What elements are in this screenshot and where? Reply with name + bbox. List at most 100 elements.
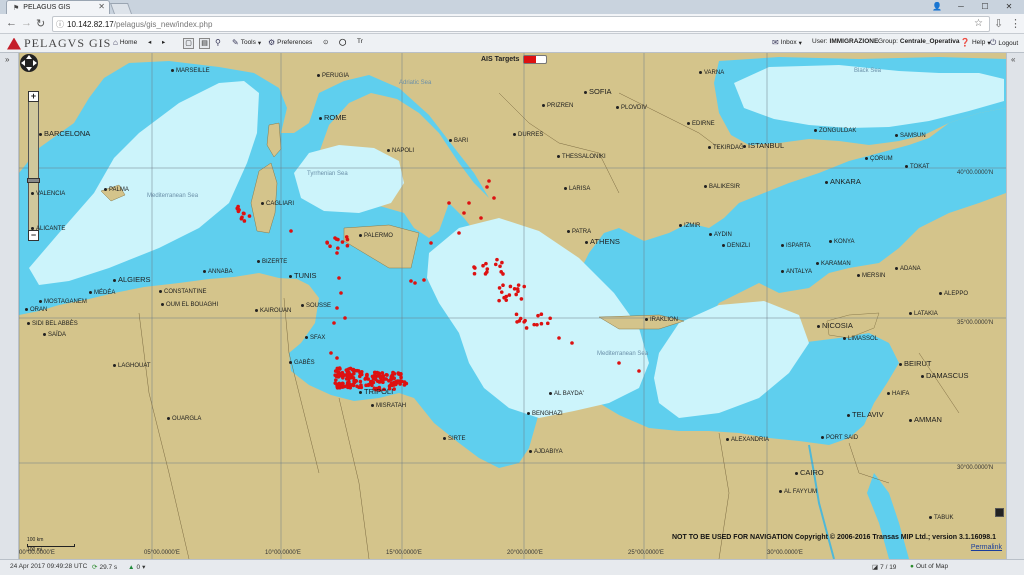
ais-target-marker[interactable]: [339, 382, 344, 387]
ais-target-marker[interactable]: [325, 240, 329, 245]
ais-target-marker[interactable]: [617, 361, 621, 365]
ais-target-marker[interactable]: [350, 382, 355, 387]
ais-target-marker[interactable]: [339, 291, 343, 295]
ais-target-marker[interactable]: [343, 316, 347, 320]
ais-target-marker[interactable]: [355, 368, 359, 373]
ais-target-marker[interactable]: [512, 287, 517, 291]
ais-toggle[interactable]: [523, 55, 548, 64]
ais-target-marker[interactable]: [515, 320, 519, 324]
ais-target-marker[interactable]: [545, 321, 550, 326]
ais-target-marker[interactable]: [539, 312, 544, 317]
measure-button[interactable]: ⚲: [215, 38, 221, 47]
ais-target-marker[interactable]: [389, 374, 394, 379]
ais-target-marker[interactable]: [338, 372, 343, 376]
ais-target-marker[interactable]: [236, 204, 240, 209]
ais-target-marker[interactable]: [348, 385, 353, 390]
ais-target-marker[interactable]: [370, 379, 375, 384]
ais-target-marker[interactable]: [334, 373, 339, 377]
ais-target-marker[interactable]: [523, 318, 527, 323]
ais-target-marker[interactable]: [337, 276, 341, 280]
ais-target-marker[interactable]: [492, 196, 496, 200]
nav-forward-button[interactable]: ▸: [162, 38, 165, 46]
ais-target-marker[interactable]: [342, 384, 347, 389]
ais-target-marker[interactable]: [484, 261, 488, 266]
refresh-indicator[interactable]: ⟳ 29.7 s: [92, 563, 117, 572]
browser-tab[interactable]: ⚑ PELAGUS GIS ✕: [6, 0, 110, 14]
ais-target-marker[interactable]: [242, 219, 247, 223]
record-button[interactable]: ◯: [339, 38, 346, 46]
ais-target-marker[interactable]: [539, 321, 544, 326]
ais-target-marker[interactable]: [516, 283, 521, 287]
ais-target-marker[interactable]: [400, 379, 404, 384]
forward-icon[interactable]: →: [21, 17, 32, 29]
ais-target-marker[interactable]: [462, 211, 466, 215]
url-field[interactable]: ⓘ 10.142.82.17/pelagus/gis_new/index.php…: [52, 16, 990, 32]
page-counter[interactable]: ◪ 7 / 19: [872, 563, 896, 572]
ais-target-marker[interactable]: [391, 371, 396, 375]
new-tab-button[interactable]: [109, 3, 133, 14]
left-panel-toggle[interactable]: »: [0, 53, 19, 559]
ais-target-marker[interactable]: [487, 179, 491, 183]
ais-target-marker[interactable]: [358, 374, 362, 379]
target-button[interactable]: ⊙: [323, 38, 328, 46]
ais-target-marker[interactable]: [358, 379, 363, 384]
layer-switcher-button[interactable]: [995, 508, 1004, 517]
ais-target-marker[interactable]: [340, 240, 345, 244]
ais-target-marker[interactable]: [328, 244, 332, 248]
ais-target-marker[interactable]: [365, 372, 369, 377]
ais-target-marker[interactable]: [536, 313, 540, 318]
ais-target-marker[interactable]: [381, 374, 386, 378]
ais-target-marker[interactable]: [481, 263, 485, 268]
ais-target-marker[interactable]: [422, 278, 426, 282]
ais-target-marker[interactable]: [522, 284, 527, 289]
ais-target-marker[interactable]: [516, 289, 520, 294]
ais-target-marker[interactable]: [345, 243, 350, 248]
ais-target-marker[interactable]: [336, 384, 341, 388]
minimize-icon[interactable]: ─: [950, 1, 972, 11]
ais-target-marker[interactable]: [493, 262, 498, 267]
ais-target-marker[interactable]: [508, 284, 513, 289]
ais-target-marker[interactable]: [335, 306, 339, 310]
ais-target-marker[interactable]: [514, 312, 519, 317]
ais-target-marker[interactable]: [524, 326, 529, 330]
tr-button[interactable]: Tr: [357, 38, 363, 45]
map-canvas[interactable]: AIS Targets + − MARSEILLE BARCELONA PALM…: [19, 53, 1006, 559]
zoom-slider[interactable]: + −: [27, 91, 40, 241]
bookmark-star-icon[interactable]: ☆: [974, 18, 983, 29]
ais-target-marker[interactable]: [518, 316, 523, 321]
user-icon[interactable]: 👤: [926, 1, 948, 11]
ais-target-marker[interactable]: [498, 264, 502, 269]
alerts-indicator[interactable]: ▲ 0 ▾: [128, 563, 145, 572]
back-icon[interactable]: ←: [6, 17, 17, 29]
ais-target-marker[interactable]: [347, 380, 351, 384]
reload-icon[interactable]: ↻: [36, 17, 45, 30]
ais-target-marker[interactable]: [344, 368, 349, 372]
ais-target-marker[interactable]: [370, 374, 375, 379]
ais-targets-control[interactable]: AIS Targets: [481, 55, 548, 64]
ais-target-marker[interactable]: [500, 260, 504, 265]
ais-target-marker[interactable]: [240, 215, 244, 220]
ais-target-marker[interactable]: [504, 294, 509, 299]
right-panel-toggle[interactable]: «: [1006, 53, 1024, 559]
ais-target-marker[interactable]: [429, 241, 433, 245]
ais-target-marker[interactable]: [479, 216, 483, 220]
ais-target-marker[interactable]: [467, 201, 471, 205]
ais-target-marker[interactable]: [495, 257, 499, 262]
ais-target-marker[interactable]: [398, 372, 403, 377]
inbox-button[interactable]: ✉ Inbox ▾: [772, 38, 802, 47]
nav-back-button[interactable]: ◂: [148, 38, 151, 46]
ais-target-marker[interactable]: [393, 382, 398, 387]
ais-target-marker[interactable]: [504, 298, 509, 302]
ais-target-marker[interactable]: [514, 292, 518, 297]
maximize-icon[interactable]: ☐: [974, 1, 996, 11]
ais-target-marker[interactable]: [485, 185, 489, 189]
tools-menu[interactable]: ✎ Tools ▾: [232, 38, 261, 47]
ais-target-marker[interactable]: [350, 367, 355, 372]
ais-target-marker[interactable]: [637, 369, 641, 373]
ais-target-marker[interactable]: [557, 336, 561, 340]
ais-target-marker[interactable]: [329, 351, 333, 355]
ais-target-marker[interactable]: [447, 201, 451, 205]
select-tool-button[interactable]: ▢: [183, 38, 194, 49]
logout-button[interactable]: ⏻ Logout: [990, 38, 1018, 48]
ais-target-marker[interactable]: [289, 229, 293, 233]
